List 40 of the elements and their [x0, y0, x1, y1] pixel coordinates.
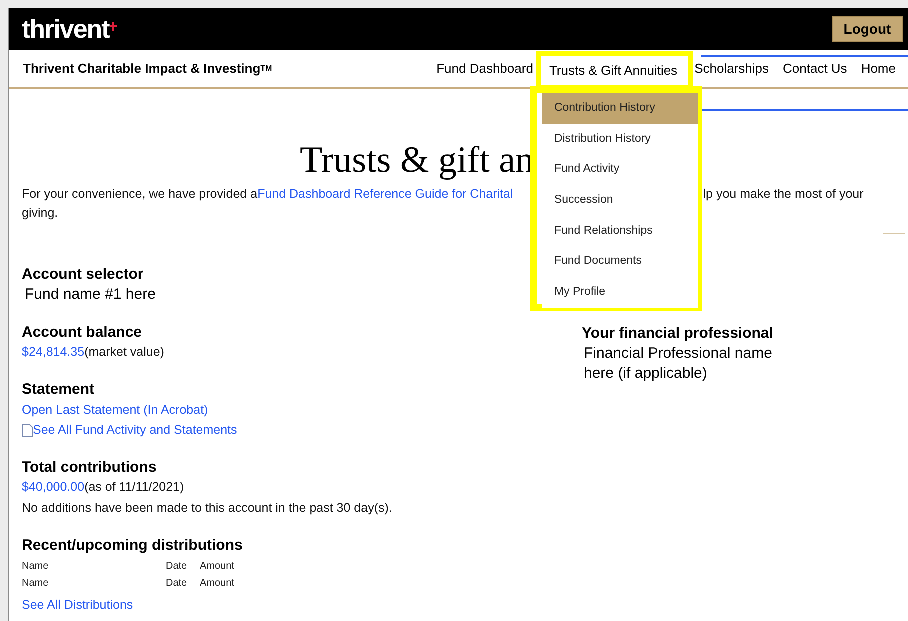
logo[interactable]: thrivent	[22, 14, 110, 44]
menu-item[interactable]: My Profile	[542, 277, 698, 308]
nav-link[interactable]: Contact Us	[776, 61, 854, 76]
intro-text: For your convenience, we have provided a	[22, 186, 258, 203]
menu-item[interactable]: Fund Relationships	[542, 216, 698, 246]
menu-item[interactable]: Contribution History	[542, 93, 698, 124]
section-heading: Account balance	[22, 323, 142, 343]
table-cell-text: Date	[166, 577, 188, 591]
professional-name: Financial Professional name here (if applicable)	[583, 344, 774, 384]
table-cell-text: Date	[166, 560, 188, 574]
statement-link[interactable]: Open Last Statement (In Acrobat)	[22, 401, 208, 420]
section-heading: Statement	[22, 380, 95, 400]
table-cell-text: Name	[22, 577, 50, 591]
balance-note: (market value)	[84, 344, 164, 361]
menu-item[interactable]: Fund Activity	[542, 154, 698, 186]
logout-button[interactable]: Logout	[832, 16, 903, 42]
balance-link[interactable]: $24,814.35	[22, 343, 85, 362]
section-heading: Your financial professional	[582, 324, 774, 344]
menu-item[interactable]: Succession	[542, 185, 698, 216]
as-of-date: (as of 11/11/2021)	[84, 479, 184, 496]
section-heading: Account selector	[22, 265, 144, 285]
cross-icon	[110, 22, 118, 31]
nav-link[interactable]: Home	[854, 61, 908, 76]
menu-item[interactable]: Distribution History	[542, 124, 698, 154]
statements-link[interactable]: See All Fund Activity and Statements	[33, 421, 238, 440]
intro-text: lp you make the most of your	[703, 186, 864, 203]
fund-name: Fund name #1 here	[24, 285, 156, 305]
distributions-link[interactable]: See All Distributions	[22, 596, 134, 615]
table-cell-text: Amount	[200, 577, 236, 591]
guide-link[interactable]: Fund Dashboard Reference Guide for Charital	[258, 185, 514, 204]
site-name: Thrivent Charitable Impact & Investing$^{TM}$	[23, 61, 272, 76]
contributions-message: No additions have been made to this account in the past 30 day(s).	[22, 500, 392, 517]
document-icon	[22, 424, 33, 437]
contributions-link[interactable]: $40,000.00	[22, 478, 85, 497]
table-cell-text: Name	[22, 560, 50, 574]
intro-text: giving.	[22, 205, 58, 222]
section-heading: Total contributions	[22, 458, 157, 478]
menu-item[interactable]: Fund Documents	[542, 246, 698, 278]
section-heading: Recent/upcoming distributions	[22, 536, 243, 556]
table-cell-text: Amount	[200, 560, 236, 574]
